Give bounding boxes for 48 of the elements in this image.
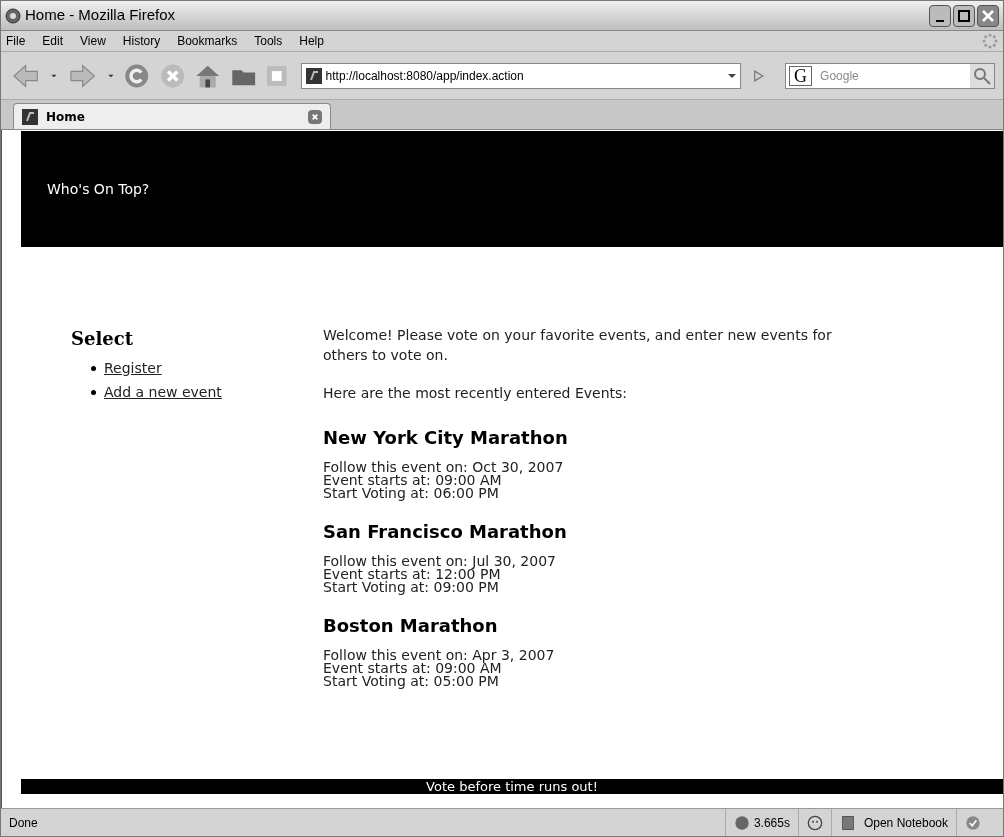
event-detail: Event starts at: 09:00 AM xyxy=(323,474,502,487)
event-title: New York City Marathon xyxy=(323,426,569,450)
site-icon xyxy=(305,67,322,84)
address-field[interactable]: http://localhost:8080/app/index.action xyxy=(300,62,742,89)
search-input[interactable]: Google xyxy=(820,66,971,85)
sidebar-heading: Select xyxy=(71,327,134,351)
monkey-face-icon[interactable] xyxy=(806,814,823,831)
menu-item[interactable]: Bookmarks xyxy=(177,32,238,50)
recent-events-label: Here are the most recently entered Events: xyxy=(323,384,629,403)
close-button[interactable] xyxy=(977,4,999,27)
site-title: Who's On Top? xyxy=(47,179,150,199)
event-detail: Event starts at: 09:00 AM xyxy=(323,662,502,675)
footer-text: Vote before time runs out! xyxy=(426,780,598,793)
window-title: Home - Mozilla Firefox xyxy=(25,5,177,26)
menu-item[interactable]: Help xyxy=(299,32,324,50)
event-detail: Follow this event on: Jul 30, 2007 xyxy=(323,555,557,568)
event-title: Boston Marathon xyxy=(323,614,499,638)
search-field[interactable]: G Google xyxy=(785,62,996,89)
event-title: San Francisco Marathon xyxy=(323,520,568,544)
url-input[interactable]: http://localhost:8080/app/index.action xyxy=(325,66,725,85)
event-detail: Start Voting at: 05:00 PM xyxy=(323,675,500,688)
event-detail: Start Voting at: 09:00 PM xyxy=(323,581,500,594)
search-icon[interactable] xyxy=(970,63,995,88)
load-time: 3.665s xyxy=(753,814,790,832)
menu-item[interactable]: Edit xyxy=(42,32,64,50)
sidebar-link[interactable]: Register xyxy=(104,357,162,379)
throbber-icon xyxy=(982,33,998,49)
intro-text: Welcome! Please vote on your favorite events, and enter new events for others to vote on. xyxy=(323,326,833,365)
sidebar-link[interactable]: Add a new event xyxy=(104,381,222,403)
event-detail: Follow this event on: Apr 3, 2007 xyxy=(323,649,556,662)
notebook-icon[interactable] xyxy=(839,814,856,831)
status-text: Done xyxy=(8,814,39,832)
open-notebook-button[interactable]: Open Notebook xyxy=(863,813,948,832)
menu-item[interactable]: View xyxy=(80,32,106,50)
event-detail: Start Voting at: 06:00 PM xyxy=(323,487,500,500)
search-engine-button[interactable]: G xyxy=(789,65,813,86)
browser-tab[interactable]: Home xyxy=(13,103,331,129)
event-detail: Follow this event on: Oct 30, 2007 xyxy=(323,461,565,474)
tab-label: Home xyxy=(46,108,86,126)
minimize-button[interactable] xyxy=(929,4,951,27)
checkmark-icon[interactable] xyxy=(965,814,981,831)
event-detail: Event starts at: 12:00 PM xyxy=(323,568,501,581)
close-icon[interactable] xyxy=(308,109,322,124)
site-icon xyxy=(22,108,38,125)
menu-item[interactable]: File xyxy=(6,32,26,50)
maximize-button[interactable] xyxy=(953,4,975,27)
menu-item[interactable]: History xyxy=(122,32,161,50)
menu-item[interactable]: Tools xyxy=(254,32,283,50)
